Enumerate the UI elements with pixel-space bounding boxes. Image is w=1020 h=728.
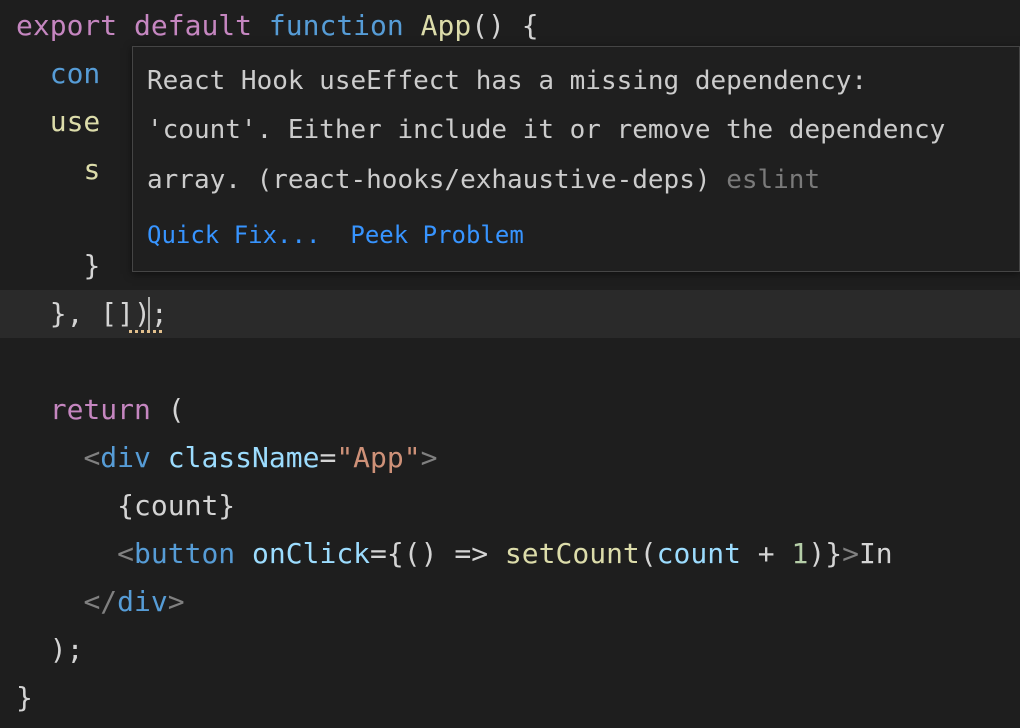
code-line-active: }, []); <box>0 290 1020 338</box>
keyword-default: default <box>134 2 252 50</box>
warning-squiggle <box>129 330 164 333</box>
code-line: export default function App() { <box>0 2 1020 50</box>
code-line: </div> <box>0 578 1020 626</box>
code-line: {count} <box>0 482 1020 530</box>
code-line: <button onClick={() => setCount(count + … <box>0 530 1020 578</box>
diagnostic-source: eslint <box>726 165 820 195</box>
text-cursor <box>148 297 150 331</box>
code-line: ); <box>0 626 1020 674</box>
peek-problem-link[interactable]: Peek Problem <box>350 213 523 259</box>
code-line: return ( <box>0 386 1020 434</box>
call-useeffect: use <box>50 98 101 146</box>
diagnostic-actions: Quick Fix... Peek Problem <box>133 213 1019 271</box>
keyword-const: con <box>50 50 101 98</box>
keyword-function: function <box>269 2 404 50</box>
code-line: <div className="App"> <box>0 434 1020 482</box>
code-line-blank <box>0 338 1020 386</box>
diagnostic-hover: React Hook useEffect has a missing depen… <box>132 46 1020 272</box>
keyword-return: return <box>50 386 151 434</box>
code-editor[interactable]: export default function App() { con use … <box>0 0 1020 722</box>
keyword-export: export <box>16 2 117 50</box>
quick-fix-link[interactable]: Quick Fix... <box>147 213 320 259</box>
function-name: App <box>421 2 472 50</box>
diagnostic-message: React Hook useEffect has a missing depen… <box>133 47 1019 213</box>
code-line: } <box>0 674 1020 722</box>
